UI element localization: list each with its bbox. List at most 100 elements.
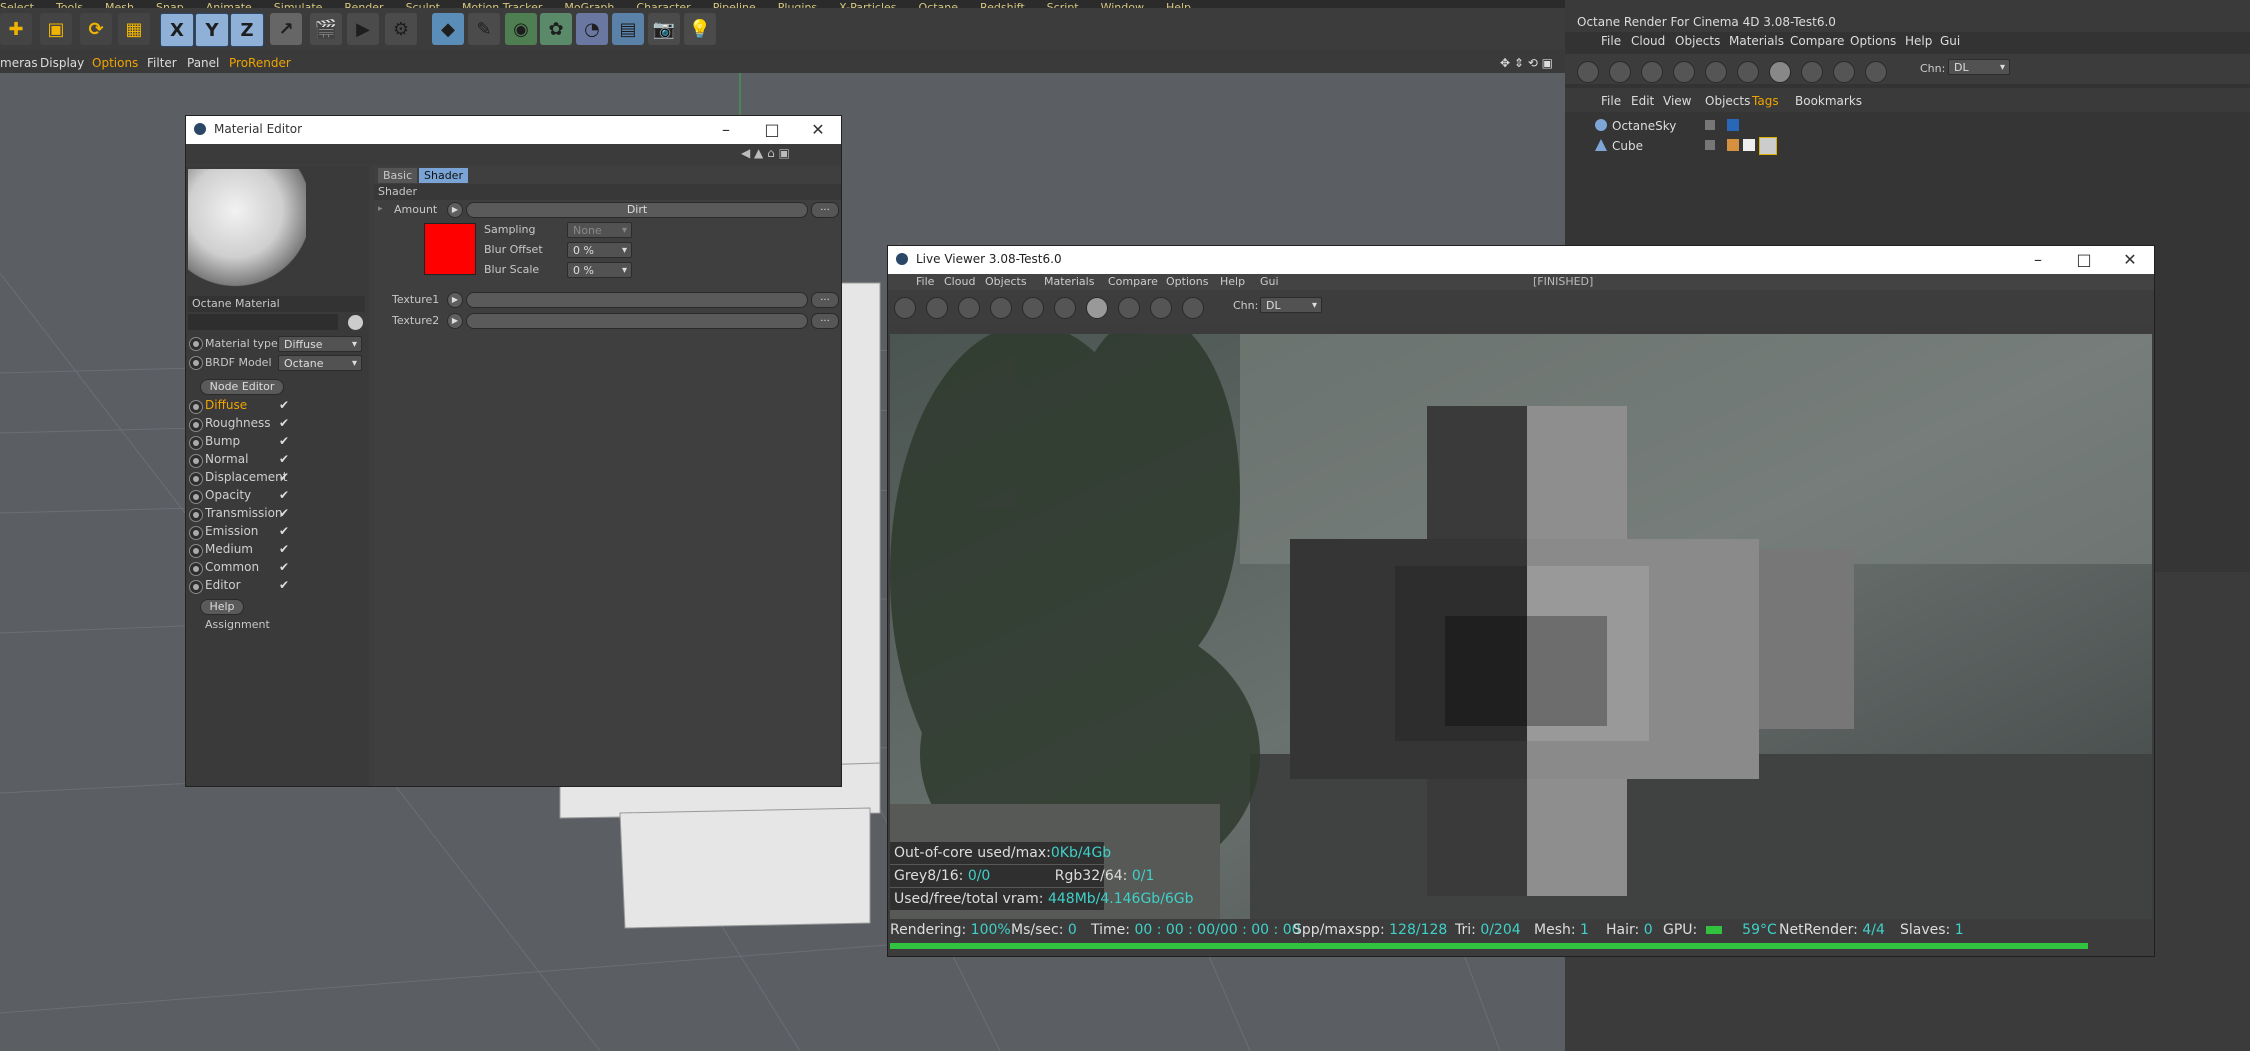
channel-check-icon[interactable]: ✔ xyxy=(279,524,289,538)
material-name-field[interactable]: Octane Material xyxy=(188,296,365,312)
channel-check-icon[interactable]: ✔ xyxy=(279,452,289,466)
sampling-dropdown[interactable]: None xyxy=(567,222,632,239)
tab-shader[interactable]: Shader xyxy=(419,168,468,183)
menu-prorender[interactable]: ProRender xyxy=(229,56,291,70)
pen-icon[interactable]: ✎ xyxy=(468,13,500,45)
channel-radio[interactable] xyxy=(189,418,203,432)
scale-icon[interactable]: ▣ xyxy=(40,13,72,45)
minimize-icon[interactable]: – xyxy=(716,120,736,140)
channel-bump[interactable]: Bump xyxy=(205,434,240,448)
channel-check-icon[interactable]: ✔ xyxy=(279,434,289,448)
amount-shader-slot[interactable]: Dirt xyxy=(466,202,808,218)
pick-focus-icon[interactable] xyxy=(1150,297,1172,319)
maximize-icon[interactable]: □ xyxy=(762,120,782,140)
texture1-slot[interactable] xyxy=(466,292,808,308)
channel-check-icon[interactable]: ✔ xyxy=(279,416,289,430)
channel-emission[interactable]: Emission xyxy=(205,524,258,538)
channel-radio[interactable] xyxy=(189,472,203,486)
assignment-label[interactable]: Assignment xyxy=(205,618,270,631)
render-view-icon[interactable]: 🎬 xyxy=(310,13,342,45)
rotate-icon[interactable]: ⟳ xyxy=(80,13,112,45)
visibility-icon[interactable] xyxy=(1705,140,1715,150)
channel-radio[interactable] xyxy=(189,454,203,468)
op-menu-0[interactable]: File xyxy=(1601,34,1621,48)
coordinate-system-icon[interactable]: ↗ xyxy=(270,13,302,45)
channel-editor[interactable]: Editor xyxy=(205,578,241,592)
op-region-icon[interactable] xyxy=(1673,61,1695,83)
op-pick-focus-icon[interactable] xyxy=(1833,61,1855,83)
op-chn-dropdown[interactable]: DL xyxy=(1948,59,2010,76)
lv-menu-3[interactable]: Materials xyxy=(1044,275,1094,288)
chn-dropdown[interactable]: DL xyxy=(1260,297,1322,314)
channel-check-icon[interactable]: ✔ xyxy=(279,542,289,556)
lv-menu-6[interactable]: Help xyxy=(1220,275,1245,288)
camera-icon[interactable]: 📷 xyxy=(648,13,680,45)
phong-tag-icon[interactable] xyxy=(1727,139,1739,151)
settings-icon[interactable] xyxy=(1022,297,1044,319)
menu-cameras[interactable]: meras xyxy=(0,56,38,70)
subdivision-icon[interactable]: ◉ xyxy=(505,13,537,45)
texture1-more-button[interactable]: ... xyxy=(811,292,839,308)
material-tag-icon[interactable] xyxy=(1759,137,1777,155)
lv-menu-7[interactable]: Gui xyxy=(1260,275,1279,288)
lv-menu-4[interactable]: Compare xyxy=(1108,275,1158,288)
texture-tag-icon[interactable] xyxy=(1743,139,1755,151)
clay-mode-icon[interactable] xyxy=(1118,297,1140,319)
channel-radio[interactable] xyxy=(189,508,203,522)
light-icon[interactable]: 💡 xyxy=(684,13,716,45)
visibility-icon[interactable] xyxy=(1705,120,1715,130)
texture2-more-button[interactable]: ... xyxy=(811,313,839,329)
op-pick-white-balance-icon[interactable] xyxy=(1865,61,1887,83)
restart-icon[interactable] xyxy=(926,297,948,319)
material-type-radio[interactable] xyxy=(189,337,203,351)
floor-icon[interactable]: ▤ xyxy=(612,13,644,45)
om-menu-3[interactable]: Objects xyxy=(1705,94,1750,108)
op-menu-1[interactable]: Cloud xyxy=(1631,34,1665,48)
channel-normal[interactable]: Normal xyxy=(205,452,248,466)
channel-check-icon[interactable]: ✔ xyxy=(279,560,289,574)
cloner-icon[interactable]: ✿ xyxy=(540,13,572,45)
node-editor-button[interactable]: Node Editor xyxy=(200,379,284,395)
lv-menu-0[interactable]: File xyxy=(916,275,934,288)
texture2-play-icon[interactable]: ▶ xyxy=(447,313,463,329)
pick-cursor-icon[interactable] xyxy=(348,315,363,330)
lv-menu-5[interactable]: Options xyxy=(1166,275,1208,288)
close-icon[interactable]: ✕ xyxy=(808,120,828,140)
om-menu-1[interactable]: Edit xyxy=(1631,94,1654,108)
op-settings-icon[interactable] xyxy=(1705,61,1727,83)
op-menu-3[interactable]: Materials xyxy=(1729,34,1784,48)
channel-radio[interactable] xyxy=(189,580,203,594)
dirt-color-swatch[interactable] xyxy=(424,223,476,275)
channel-radio[interactable] xyxy=(189,400,203,414)
menu-options[interactable]: Options xyxy=(92,56,138,70)
maximize-icon[interactable]: □ xyxy=(2074,250,2094,270)
channel-check-icon[interactable]: ✔ xyxy=(279,398,289,412)
menu-filter[interactable]: Filter xyxy=(147,56,177,70)
lock-icon[interactable] xyxy=(1054,297,1076,319)
x-axis-button[interactable]: X xyxy=(160,13,194,47)
om-menu-2[interactable]: View xyxy=(1663,94,1691,108)
link-field[interactable] xyxy=(188,314,338,330)
op-menu-7[interactable]: Gui xyxy=(1940,34,1960,48)
blur-offset-field[interactable]: 0 % xyxy=(567,242,632,259)
object-tool-icon[interactable]: ▦ xyxy=(118,13,150,45)
viewport-nav-icons[interactable]: ✥ ⇕ ⟲ ▣ xyxy=(1500,56,1553,70)
sky-tag-icon[interactable] xyxy=(1727,119,1739,131)
channel-check-icon[interactable]: ✔ xyxy=(279,470,289,484)
op-send-scene-icon[interactable] xyxy=(1577,61,1599,83)
blur-scale-field[interactable]: 0 % xyxy=(567,262,632,279)
op-clay-icon[interactable] xyxy=(1801,61,1823,83)
menu-display[interactable]: Display xyxy=(40,56,84,70)
channel-displacement[interactable]: Displacement xyxy=(205,470,288,484)
y-axis-button[interactable]: Y xyxy=(195,13,229,47)
pause-icon[interactable] xyxy=(958,297,980,319)
op-menu-6[interactable]: Help xyxy=(1905,34,1932,48)
amount-play-icon[interactable]: ▶ xyxy=(447,202,463,218)
mat-nav-icons[interactable]: ◀ ▲ ⌂ ▣ xyxy=(741,146,790,160)
channel-radio[interactable] xyxy=(189,544,203,558)
pick-white-balance-icon[interactable] xyxy=(1182,297,1204,319)
lv-menu-2[interactable]: Objects xyxy=(985,275,1027,288)
channel-check-icon[interactable]: ✔ xyxy=(279,488,289,502)
channel-radio[interactable] xyxy=(189,436,203,450)
material-ball-icon[interactable] xyxy=(1086,297,1108,319)
